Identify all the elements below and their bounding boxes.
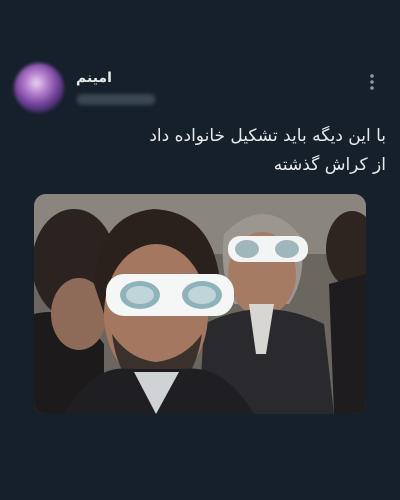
photo-illustration	[34, 194, 366, 414]
author-avatar[interactable]	[14, 63, 64, 113]
tweet-container: امینم با این دیگه باید تشکیل خانواده داد…	[0, 0, 400, 500]
author-handle-blurred[interactable]	[77, 94, 155, 105]
tweet-text: با این دیگه باید تشکیل خانواده داد از کر…	[40, 122, 386, 180]
tweet-text-line: با این دیگه باید تشکیل خانواده داد	[149, 126, 386, 146]
more-options-button[interactable]	[364, 72, 380, 92]
tweet-text-line: از کراش گذشته	[273, 155, 386, 175]
tweet-media-photo[interactable]	[34, 194, 366, 414]
vertical-dots-icon	[370, 74, 374, 90]
author-display-name[interactable]: امینم	[76, 70, 136, 86]
